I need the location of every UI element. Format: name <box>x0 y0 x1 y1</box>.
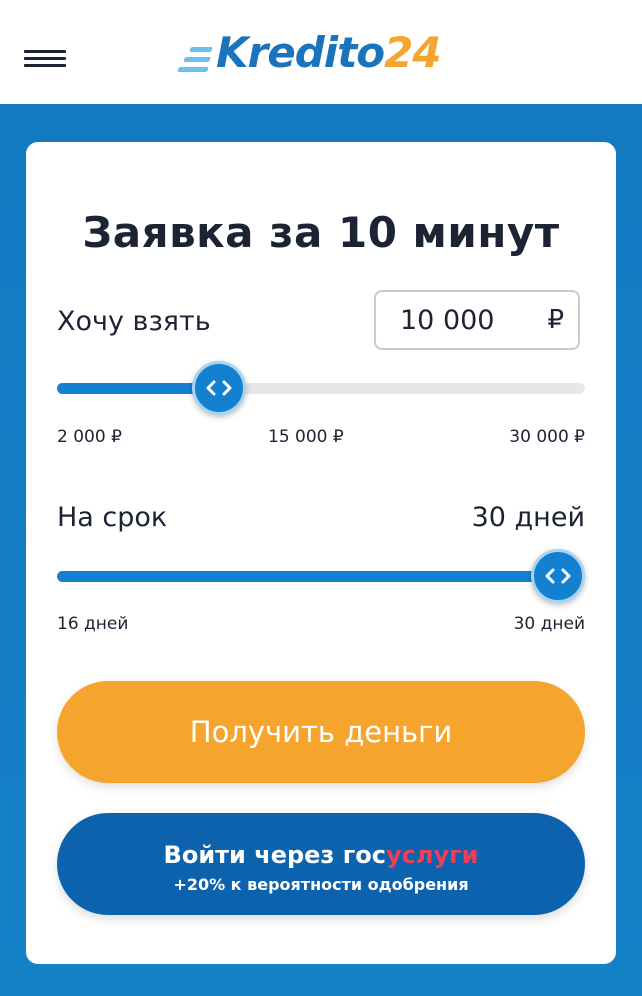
gosuslugi-login-button[interactable]: Войти через госуслуги +20% к вероятности… <box>57 813 585 915</box>
gosuslugi-brand-gos: гос <box>342 841 386 869</box>
amount-max-label: 30 000 ₽ <box>509 427 585 447</box>
loan-application-card: Заявка за 10 минут Хочу взять 10 000 ₽ 2… <box>26 142 616 964</box>
amount-min-label: 2 000 ₽ <box>57 427 122 447</box>
amount-value: 10 000 <box>400 304 495 336</box>
gosuslugi-button-title: Войти через госуслуги <box>57 841 585 869</box>
logo[interactable]: Kredito24 <box>176 26 442 80</box>
logo-text-number: 24 <box>384 28 441 77</box>
page-title: Заявка за 10 минут <box>82 208 560 257</box>
header: Kredito24 <box>0 0 642 104</box>
term-value: 30 дней <box>471 502 585 533</box>
logo-text: Kredito24 <box>216 32 442 74</box>
get-money-button[interactable]: Получить деньги <box>57 681 585 783</box>
amount-label: Хочу взять <box>57 306 211 337</box>
gosuslugi-brand-uslugi: услуги <box>386 841 479 869</box>
term-max-label: 30 дней <box>513 614 585 634</box>
term-slider-track[interactable] <box>57 571 585 582</box>
hamburger-menu-icon[interactable] <box>24 48 66 70</box>
amount-slider-track[interactable] <box>57 383 585 394</box>
amount-input[interactable]: 10 000 ₽ <box>374 290 580 350</box>
chevrons-left-right-icon <box>206 380 232 396</box>
term-min-label: 16 дней <box>57 614 129 634</box>
term-label: На срок <box>57 502 168 533</box>
amount-mid-label: 15 000 ₽ <box>268 427 344 447</box>
gosuslugi-prefix: Войти через <box>163 841 343 869</box>
chevrons-left-right-icon <box>545 568 571 584</box>
get-money-button-label: Получить деньги <box>189 715 453 749</box>
term-slider-handle[interactable] <box>531 549 585 603</box>
main-area: Заявка за 10 минут Хочу взять 10 000 ₽ 2… <box>0 104 642 996</box>
currency-symbol: ₽ <box>547 305 564 335</box>
gosuslugi-subtext: +20% к вероятности одобрения <box>173 875 469 894</box>
term-slider-fill <box>57 571 558 582</box>
amount-slider-handle[interactable] <box>192 361 247 415</box>
logo-text-main: Kredito <box>216 28 385 77</box>
logo-speed-lines-icon <box>176 29 216 77</box>
